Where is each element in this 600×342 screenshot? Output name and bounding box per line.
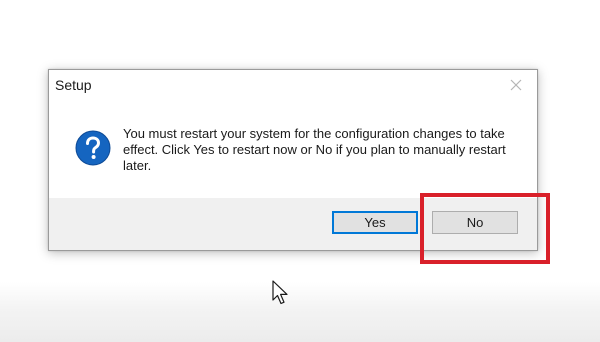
question-icon bbox=[75, 130, 111, 166]
yes-button[interactable]: Yes bbox=[332, 211, 418, 234]
dialog-message: You must restart your system for the con… bbox=[123, 126, 506, 173]
dialog-titlebar[interactable]: Setup bbox=[49, 70, 537, 100]
close-icon bbox=[510, 79, 522, 91]
dialog-content: You must restart your system for the con… bbox=[49, 100, 537, 200]
mouse-cursor-icon bbox=[272, 280, 288, 305]
close-button[interactable] bbox=[505, 74, 527, 96]
red-highlight-box bbox=[420, 193, 550, 264]
dialog-title: Setup bbox=[55, 77, 92, 93]
